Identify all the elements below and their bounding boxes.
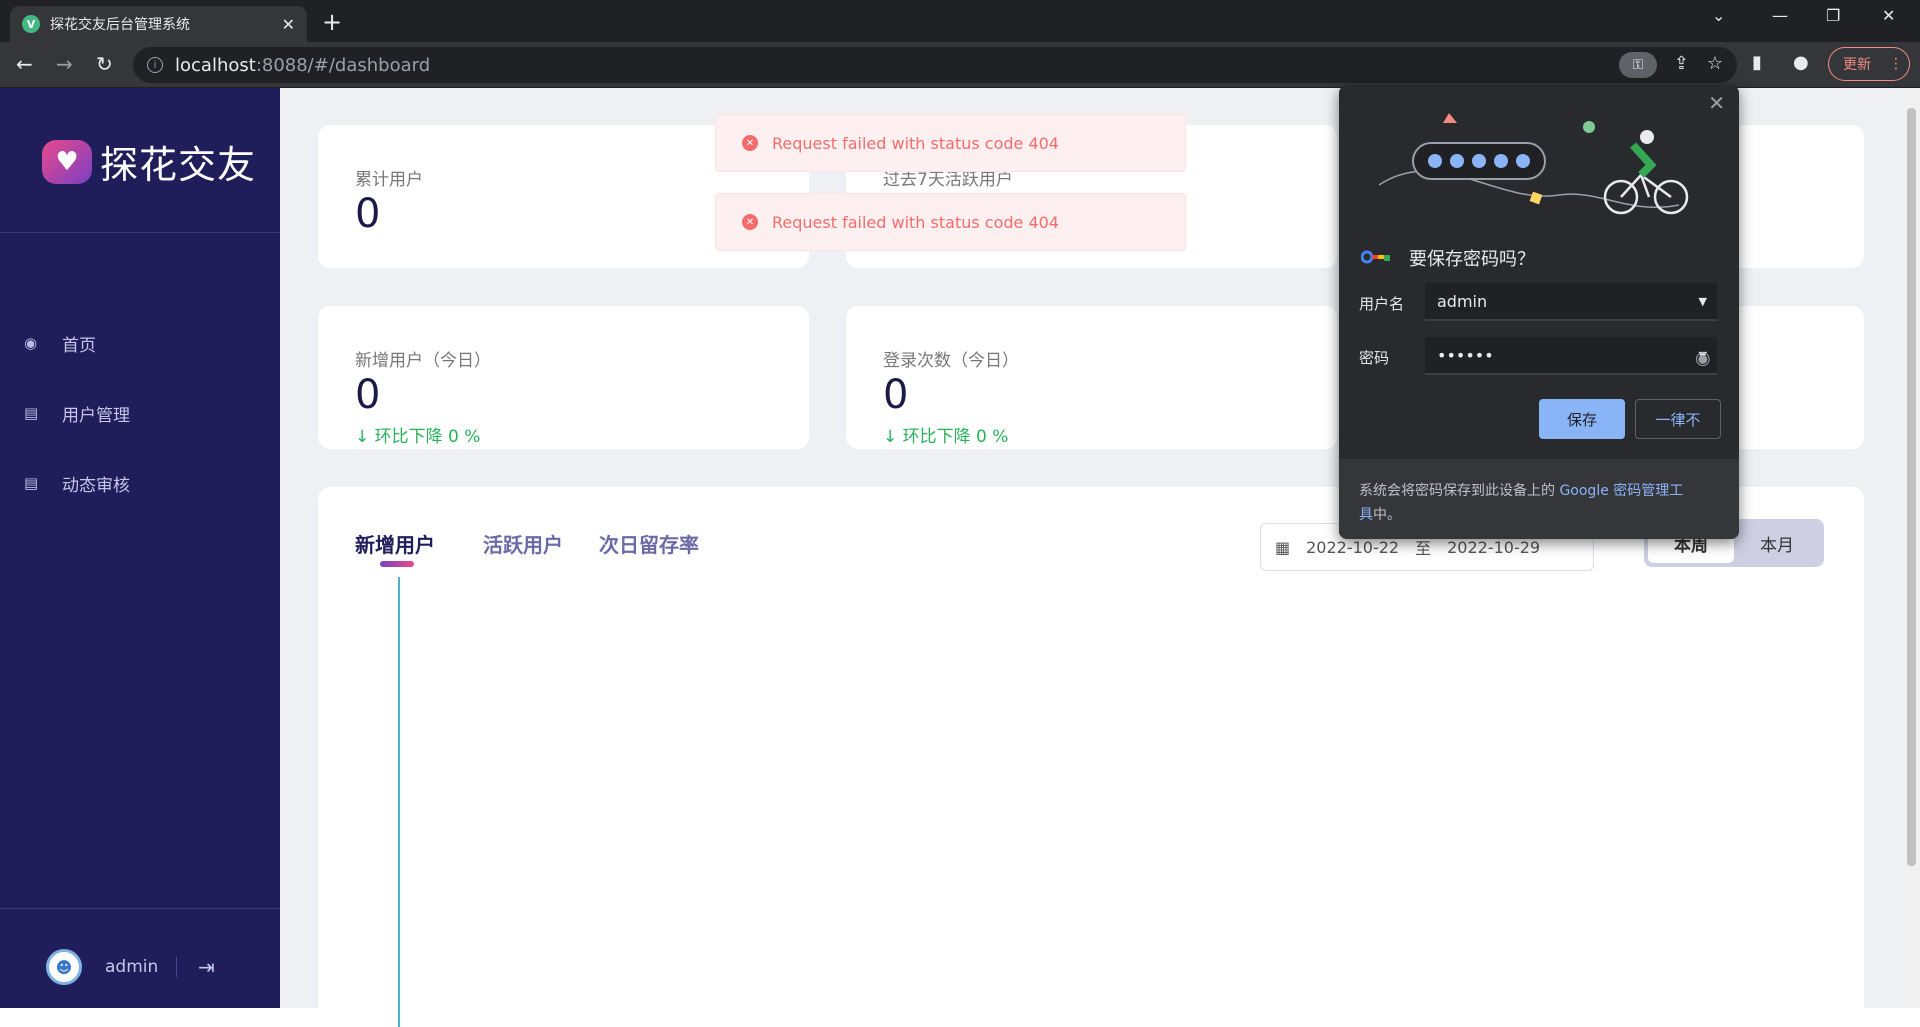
sidebar-item-users[interactable]: ▤ 用户管理 [24, 378, 130, 448]
page-scrollbar[interactable] [1903, 88, 1920, 1008]
sidebar-item-label: 首页 [62, 335, 96, 356]
restore-icon[interactable]: ❐ [1826, 6, 1840, 25]
period-month-button[interactable]: 本月 [1734, 523, 1820, 563]
stat-value: 0 [355, 372, 381, 418]
active-tab-underline [380, 561, 414, 567]
sidebar-item-moderation[interactable]: ▤ 动态审核 [24, 448, 130, 518]
stat-label: 累计用户 [355, 170, 423, 190]
popup-close-icon[interactable]: ✕ [1708, 91, 1725, 115]
save-password-button[interactable]: 保存 [1539, 399, 1625, 439]
heart-chat-icon: ♥ [42, 139, 92, 184]
address-bar[interactable]: i localhost:8088/#/dashboard ⚿ ⇪ ☆ [133, 47, 1737, 83]
forward-icon[interactable]: → [56, 52, 73, 76]
url-text: localhost:8088/#/dashboard [175, 54, 431, 76]
tab-active-users[interactable]: 活跃用户 [483, 529, 563, 558]
toast-message: Request failed with status code 404 [772, 133, 1059, 153]
show-password-eye-icon[interactable]: ◉ [1695, 348, 1711, 369]
date-end[interactable]: 2022-10-29 [1447, 538, 1540, 557]
error-toast: ✕ Request failed with status code 404 [715, 193, 1186, 251]
calendar-icon: ▦ [1275, 537, 1291, 557]
tab-strip: V 探花交友后台管理系统 ✕ + ⌄ — ❐ ✕ [0, 0, 1920, 42]
error-toast: ✕ Request failed with status code 404 [715, 114, 1186, 172]
update-label: 更新 [1843, 57, 1871, 73]
tab-new-users[interactable]: 新增用户 [355, 529, 435, 558]
date-start[interactable]: 2022-10-22 [1306, 538, 1399, 557]
browser-tab[interactable]: V 探花交友后台管理系统 ✕ [10, 6, 307, 42]
document-icon: ▤ [24, 404, 39, 422]
side-panel-icon[interactable]: ▮ [1752, 52, 1762, 73]
reload-icon[interactable]: ↻ [96, 52, 113, 76]
sidebar-item-home[interactable]: ◉ 首页 [24, 308, 130, 378]
dashboard-icon: ◉ [24, 334, 38, 352]
password-field[interactable]: •••••• ▼ [1425, 337, 1717, 375]
toast-message: Request failed with status code 404 [772, 212, 1059, 232]
browser-chrome: V 探花交友后台管理系统 ✕ + ⌄ — ❐ ✕ ← → ↻ i localho… [0, 0, 1920, 88]
site-info-icon[interactable]: i [147, 57, 163, 73]
trend-indicator: ↓ 环比下降 0 % [355, 422, 480, 447]
tab-title: 探花交友后台管理系统 [50, 17, 190, 33]
error-circle-icon: ✕ [742, 214, 758, 230]
footer-separator [176, 957, 177, 977]
trend-text: 环比下降 0 % [374, 427, 481, 447]
profile-icon[interactable]: ● [1793, 52, 1809, 73]
avatar[interactable]: ☻ [46, 949, 82, 985]
tab-search-icon[interactable]: ⌄ [1712, 6, 1725, 25]
stat-card-logins: 登录次数（今日） 0 ↓ 环比下降 0 % [846, 306, 1337, 449]
username-field[interactable]: admin ▼ [1425, 283, 1717, 321]
share-icon[interactable]: ⇪ [1674, 53, 1689, 74]
trend-indicator: ↓ 环比下降 0 % [883, 422, 1008, 447]
chart-axis-line [398, 577, 400, 1027]
minimize-icon[interactable]: — [1772, 6, 1788, 25]
stat-value: 0 [883, 372, 909, 418]
password-label: 密码 [1359, 349, 1390, 367]
stat-card-new-users: 新增用户（今日） 0 ↓ 环比下降 0 % [318, 306, 809, 449]
password-manager-link-cont[interactable]: 具 [1359, 507, 1373, 523]
arrow-down-icon: ↓ [883, 427, 903, 447]
bookmark-star-icon[interactable]: ☆ [1707, 53, 1723, 74]
google-key-icon [1361, 249, 1393, 265]
tab-close-icon[interactable]: ✕ [282, 15, 295, 34]
cyclist-illustration [1379, 113, 1689, 215]
stat-label: 登录次数（今日） [883, 351, 1019, 371]
stat-value: 0 [355, 191, 381, 237]
sidebar-item-label: 用户管理 [62, 405, 130, 426]
tab-retention[interactable]: 次日留存率 [599, 529, 699, 558]
document-icon: ▤ [24, 474, 39, 492]
footer-text: 系统会将密码保存到此设备上的 [1359, 483, 1560, 499]
password-value: •••••• [1437, 345, 1494, 365]
username-value: admin [1437, 291, 1488, 311]
stat-label: 新增用户（今日） [355, 351, 491, 371]
logout-icon[interactable]: ⇥ [198, 955, 215, 979]
kebab-menu-icon: ⋮ [1889, 56, 1903, 72]
popup-title: 要保存密码吗？ [1409, 249, 1535, 270]
password-manager-link[interactable]: Google 密码管理工 [1559, 483, 1683, 499]
never-save-button[interactable]: 一律不 [1635, 399, 1721, 439]
sidebar-menu: ◉ 首页 ▤ 用户管理 ▤ 动态审核 [24, 308, 130, 518]
sidebar-divider [0, 232, 280, 233]
back-icon[interactable]: ← [16, 52, 33, 76]
error-circle-icon: ✕ [742, 135, 758, 151]
chart-card: 新增用户 活跃用户 次日留存率 ▦ 2022-10-22 至 2022-10-2… [318, 487, 1864, 1027]
dropdown-caret-icon[interactable]: ▼ [1699, 295, 1707, 308]
new-tab-icon[interactable]: + [322, 8, 342, 36]
vue-favicon-icon: V [22, 15, 40, 33]
save-password-popup: ✕ 要保存密码吗？ 用户名 admin ▼ 密码 •••••• ▼ ◉ 保存 一… [1339, 85, 1739, 539]
trend-text: 环比下降 0 % [902, 427, 1009, 447]
username: admin [105, 957, 159, 977]
sidebar: ♥ 探花交友 ◉ 首页 ▤ 用户管理 ▤ 动态审核 ☻ admin ⇥ [0, 88, 280, 1008]
username-label: 用户名 [1359, 295, 1405, 313]
update-button[interactable]: 更新 ⋮ [1828, 47, 1910, 81]
footer-end: 中。 [1373, 507, 1401, 523]
browser-toolbar: ← → ↻ i localhost:8088/#/dashboard ⚿ ⇪ ☆… [0, 42, 1920, 88]
window-close-icon[interactable]: ✕ [1882, 6, 1895, 25]
arrow-down-icon: ↓ [355, 427, 375, 447]
app-logo: ♥ 探花交友 [42, 134, 256, 189]
password-key-icon[interactable]: ⚿ [1619, 52, 1657, 78]
sidebar-item-label: 动态审核 [62, 475, 130, 496]
popup-footer: 系统会将密码保存到此设备上的 Google 密码管理工具中。 [1339, 459, 1739, 539]
logo-text: 探花交友 [100, 143, 257, 187]
scrollbar-thumb[interactable] [1907, 108, 1916, 866]
sidebar-footer: ☻ admin ⇥ [0, 908, 280, 1008]
